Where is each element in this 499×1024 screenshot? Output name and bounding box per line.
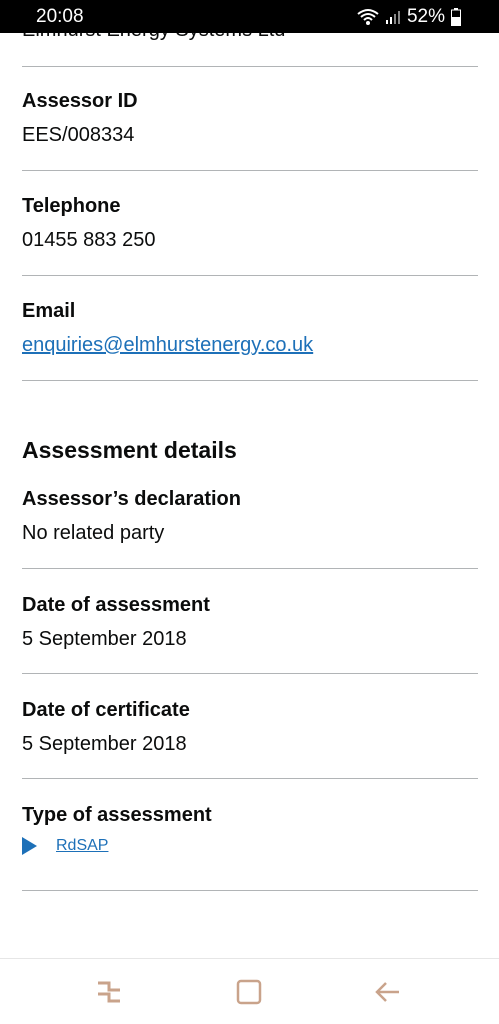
telephone-label: Telephone [22,195,121,217]
assessor-id-row: Assessor ID EES/008334 [22,89,478,147]
type-of-assessment-label: Type of assessment [22,804,212,826]
declaration-row: Assessor’s declaration No related party [22,487,478,545]
date-of-certificate-value: 5 September 2018 [22,733,187,755]
assessor-company-name: Elmhurst Energy Systems Ltd [22,33,285,42]
email-label: Email [22,300,76,322]
email-link[interactable]: enquiries@elmhurstenergy.co.uk [22,334,313,356]
signal-icon [385,9,401,25]
date-of-assessment-value: 5 September 2018 [22,628,187,650]
declaration-label: Assessor’s declaration [22,488,241,510]
recent-apps-icon [95,979,123,1010]
status-time: 20:08 [36,5,84,27]
page-content: Elmhurst Energy Systems Ltd Assessor ID … [0,33,499,958]
divider [22,170,478,171]
wifi-icon [357,8,379,26]
divider [22,66,478,67]
assessor-id-label: Assessor ID [22,90,138,112]
expand-triangle-icon[interactable] [22,837,37,855]
divider [22,673,478,674]
date-of-certificate-label: Date of certificate [22,699,190,721]
battery-percent: 52% [406,5,445,27]
status-bar: 20:08 52% [0,0,499,33]
divider [22,778,478,779]
rdsap-details-toggle[interactable]: RdSAP [22,837,478,855]
date-of-assessment-label: Date of assessment [22,594,210,616]
telephone-row: Telephone 01455 883 250 [22,194,478,252]
status-icons: 52% [357,6,461,28]
type-of-assessment-row: Type of assessment RdSAP [22,803,478,855]
divider [22,275,478,276]
back-icon [374,980,402,1009]
declaration-value: No related party [22,522,165,544]
home-icon [236,979,262,1010]
assessor-id-value: EES/008334 [22,124,135,146]
date-of-certificate-row: Date of certificate 5 September 2018 [22,698,478,756]
rdsap-link[interactable]: RdSAP [56,837,108,855]
battery-icon [451,7,461,26]
divider [22,568,478,569]
divider [22,890,478,891]
assessment-details-heading: Assessment details [22,437,237,463]
email-row: Email enquiries@elmhurstenergy.co.uk [22,299,478,357]
back-button[interactable] [373,979,403,1009]
telephone-value: 01455 883 250 [22,229,156,251]
home-button[interactable] [234,979,264,1009]
navigation-bar [0,958,499,1024]
recent-apps-button[interactable] [94,979,124,1009]
divider [22,380,478,381]
date-of-assessment-row: Date of assessment 5 September 2018 [22,593,478,651]
